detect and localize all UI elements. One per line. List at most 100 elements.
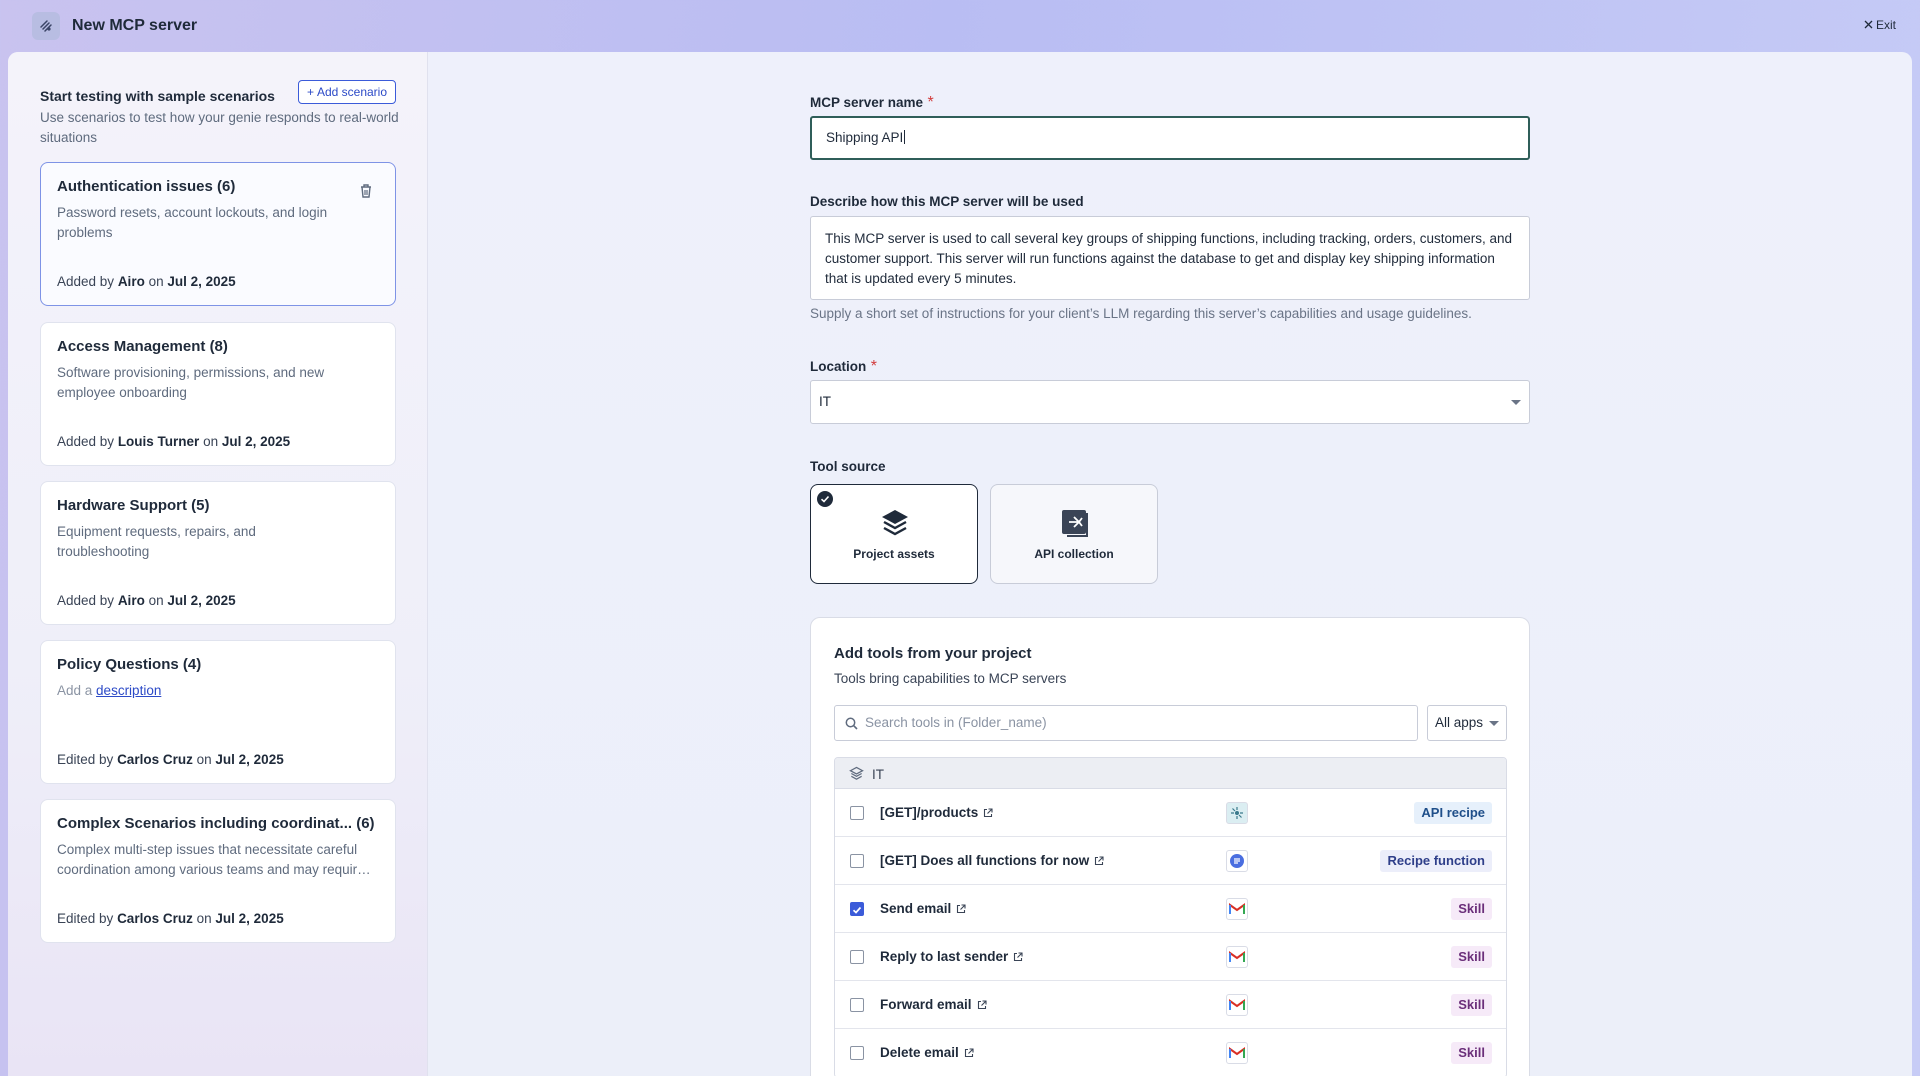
- exit-button[interactable]: Exit: [1864, 18, 1896, 32]
- location-label: Location *: [810, 358, 877, 375]
- gmail-icon: [1226, 1042, 1248, 1064]
- scenario-meta: Added by Airo on Jul 2, 2025: [57, 274, 236, 289]
- scenario-title: Complex Scenarios including coordinat...…: [57, 815, 375, 832]
- scenario-description: Equipment requests, repairs, and trouble…: [57, 524, 256, 559]
- table-row: Delete email Skill: [835, 1029, 1506, 1076]
- external-link-icon: [977, 999, 987, 1009]
- tool-name-link[interactable]: Delete email: [880, 1045, 974, 1060]
- tool-type-badge: Skill: [1451, 946, 1492, 968]
- scenario-card[interactable]: Authentication issues (6) Password reset…: [40, 162, 396, 306]
- name-field-label: MCP server name *: [810, 94, 934, 111]
- table-row: [GET] Does all functions for now Recipe …: [835, 837, 1506, 885]
- scenarios-title: Start testing with sample scenarios: [40, 88, 275, 104]
- api-collection-icon: [1062, 510, 1088, 537]
- scenario-meta: Added by Airo on Jul 2, 2025: [57, 593, 236, 608]
- table-row: Send email Skill: [835, 885, 1506, 933]
- tool-name-link[interactable]: [GET]/products: [880, 805, 993, 820]
- scenario-description: Complex multi-step issues that necessita…: [57, 842, 365, 877]
- add-description-link[interactable]: description: [96, 683, 161, 698]
- tool-type-badge: Recipe function: [1380, 850, 1492, 872]
- scenario-meta: Added by Louis Turner on Jul 2, 2025: [57, 434, 291, 449]
- chevron-down-icon: [1511, 400, 1521, 405]
- description-hint: Supply a short set of instructions for y…: [810, 306, 1472, 321]
- scenario-title: Authentication issues (6): [57, 178, 236, 195]
- tool-source-label: API collection: [1034, 547, 1114, 561]
- scenario-meta: Edited by Carlos Cruz on Jul 2, 2025: [57, 752, 284, 767]
- scenarios-panel: Start testing with sample scenarios + Ad…: [8, 52, 428, 1076]
- group-label: IT: [872, 767, 884, 782]
- tool-source-label: Project assets: [853, 547, 935, 561]
- scenario-card[interactable]: Policy Questions (4) Add a description E…: [40, 640, 396, 784]
- exit-label: Exit: [1875, 18, 1896, 32]
- scenario-meta: Edited by Carlos Cruz on Jul 2, 2025: [57, 911, 284, 926]
- tools-subtitle: Tools bring capabilities to MCP servers: [834, 671, 1067, 686]
- page-title: New MCP server: [72, 17, 198, 34]
- apps-filter-select[interactable]: All apps: [1427, 705, 1507, 741]
- tools-panel: Add tools from your project Tools bring …: [810, 617, 1530, 1076]
- tools-table: IT [GET]/products API recipe [GET] Does …: [834, 757, 1507, 1076]
- scenario-card[interactable]: Hardware Support (5) Equipment requests,…: [40, 481, 396, 625]
- tool-name-link[interactable]: Forward email: [880, 997, 987, 1012]
- gmail-icon: [1226, 994, 1248, 1016]
- check-circle-icon: [817, 491, 833, 507]
- tool-type-badge: Skill: [1451, 1042, 1492, 1064]
- gmail-icon: [1226, 898, 1248, 920]
- check-icon: [852, 906, 862, 914]
- tool-source-api-collection[interactable]: API collection: [990, 484, 1158, 584]
- external-link-icon: [1014, 951, 1023, 961]
- external-link-icon: [957, 903, 966, 913]
- external-link-icon: [984, 807, 993, 817]
- tool-name-link[interactable]: Reply to last sender: [880, 949, 1023, 964]
- scenario-title: Access Management (8): [57, 338, 228, 355]
- scenario-description: Password resets, account lockouts, and l…: [57, 205, 328, 240]
- scenario-card[interactable]: Complex Scenarios including coordinat...…: [40, 799, 396, 943]
- tool-source-label: Tool source: [810, 459, 886, 474]
- tool-type-badge: Skill: [1451, 898, 1492, 920]
- tool-checkbox[interactable]: [850, 902, 864, 916]
- description-label: Describe how this MCP server will be use…: [810, 194, 1084, 209]
- external-link-icon: [1095, 855, 1104, 865]
- search-icon: [845, 717, 858, 730]
- table-row: Reply to last sender Skill: [835, 933, 1506, 981]
- tool-type-badge: API recipe: [1414, 802, 1492, 824]
- scenarios-subtitle: Use scenarios to test how your genie res…: [40, 110, 399, 145]
- server-name-input[interactable]: Shipping API: [810, 116, 1530, 160]
- tool-checkbox[interactable]: [850, 950, 864, 964]
- tool-name-link[interactable]: [GET] Does all functions for now: [880, 853, 1104, 868]
- close-icon: [1864, 18, 1873, 32]
- table-row: [GET]/products API recipe: [835, 789, 1506, 837]
- tool-checkbox[interactable]: [850, 806, 864, 820]
- api-platform-icon: [1226, 802, 1248, 824]
- layers-icon: [849, 766, 864, 780]
- scenario-card[interactable]: Access Management (8) Software provision…: [40, 322, 396, 466]
- tool-name-link[interactable]: Send email: [880, 901, 966, 916]
- tool-checkbox[interactable]: [850, 1046, 864, 1060]
- tools-search-input[interactable]: Search tools in (Folder_name): [834, 705, 1418, 741]
- scenario-title: Hardware Support (5): [57, 497, 210, 514]
- scenario-title: Policy Questions (4): [57, 656, 202, 673]
- layers-icon: [882, 510, 908, 536]
- tool-source-project-assets[interactable]: Project assets: [810, 484, 978, 584]
- recipe-function-icon: [1226, 850, 1248, 872]
- description-textarea[interactable]: This MCP server is used to call several …: [810, 216, 1530, 300]
- tools-group-header[interactable]: IT: [835, 758, 1506, 789]
- tools-title: Add tools from your project: [834, 645, 1032, 662]
- gmail-icon: [1226, 946, 1248, 968]
- scenario-description: Software provisioning, permissions, and …: [57, 365, 325, 400]
- tool-type-badge: Skill: [1451, 994, 1492, 1016]
- plus-icon: +: [306, 85, 314, 99]
- tool-checkbox[interactable]: [850, 854, 864, 868]
- location-select[interactable]: IT: [810, 380, 1530, 424]
- app-logo-icon: [32, 12, 60, 40]
- text-caret: [904, 130, 906, 144]
- table-row: Forward email Skill: [835, 981, 1506, 1029]
- chevron-down-icon: [1489, 721, 1499, 726]
- trash-icon[interactable]: [359, 183, 373, 199]
- external-link-icon: [964, 1047, 974, 1057]
- scenarios-header: Start testing with sample scenarios + Ad…: [40, 80, 396, 104]
- scenario-description: Add a description: [57, 683, 162, 698]
- add-scenario-button[interactable]: + Add scenario: [297, 80, 396, 104]
- top-bar: New MCP server Exit: [0, 0, 1920, 52]
- tool-checkbox[interactable]: [850, 998, 864, 1012]
- add-scenario-label: Add scenario: [316, 85, 387, 99]
